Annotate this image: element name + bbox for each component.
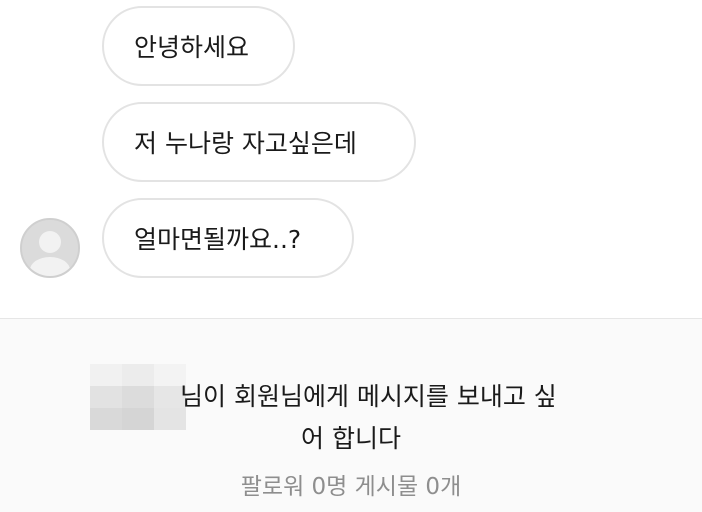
message-bubble[interactable]: 저 누나랑 자고싶은데 [102, 102, 416, 182]
dm-request-screen: 안녕하세요 저 누나랑 자고싶은데 얼마면될까요..? 님이 회원님에게 메시지… [0, 0, 702, 512]
sender-stats: 팔로워 0명 게시물 0개 [240, 474, 462, 500]
message-text: 얼마면될까요..? [134, 225, 302, 254]
request-message-line-2: 어 합니다 [301, 424, 401, 453]
message-request-panel: 님이 회원님에게 메시지를 보내고 싶 어 합니다 팔로워 0명 게시물 0개 [0, 318, 702, 512]
request-message-line-1: 님이 회원님에게 메시지를 보내고 싶 [180, 382, 557, 411]
sender-avatar[interactable] [20, 218, 80, 278]
message-text: 안녕하세요 [134, 33, 250, 62]
message-text: 저 누나랑 자고싶은데 [134, 129, 357, 158]
message-bubble[interactable]: 안녕하세요 [102, 6, 295, 86]
message-thread: 안녕하세요 저 누나랑 자고싶은데 얼마면될까요..? [0, 0, 702, 318]
message-bubble[interactable]: 얼마면될까요..? [102, 198, 354, 278]
default-profile-icon [22, 220, 78, 276]
